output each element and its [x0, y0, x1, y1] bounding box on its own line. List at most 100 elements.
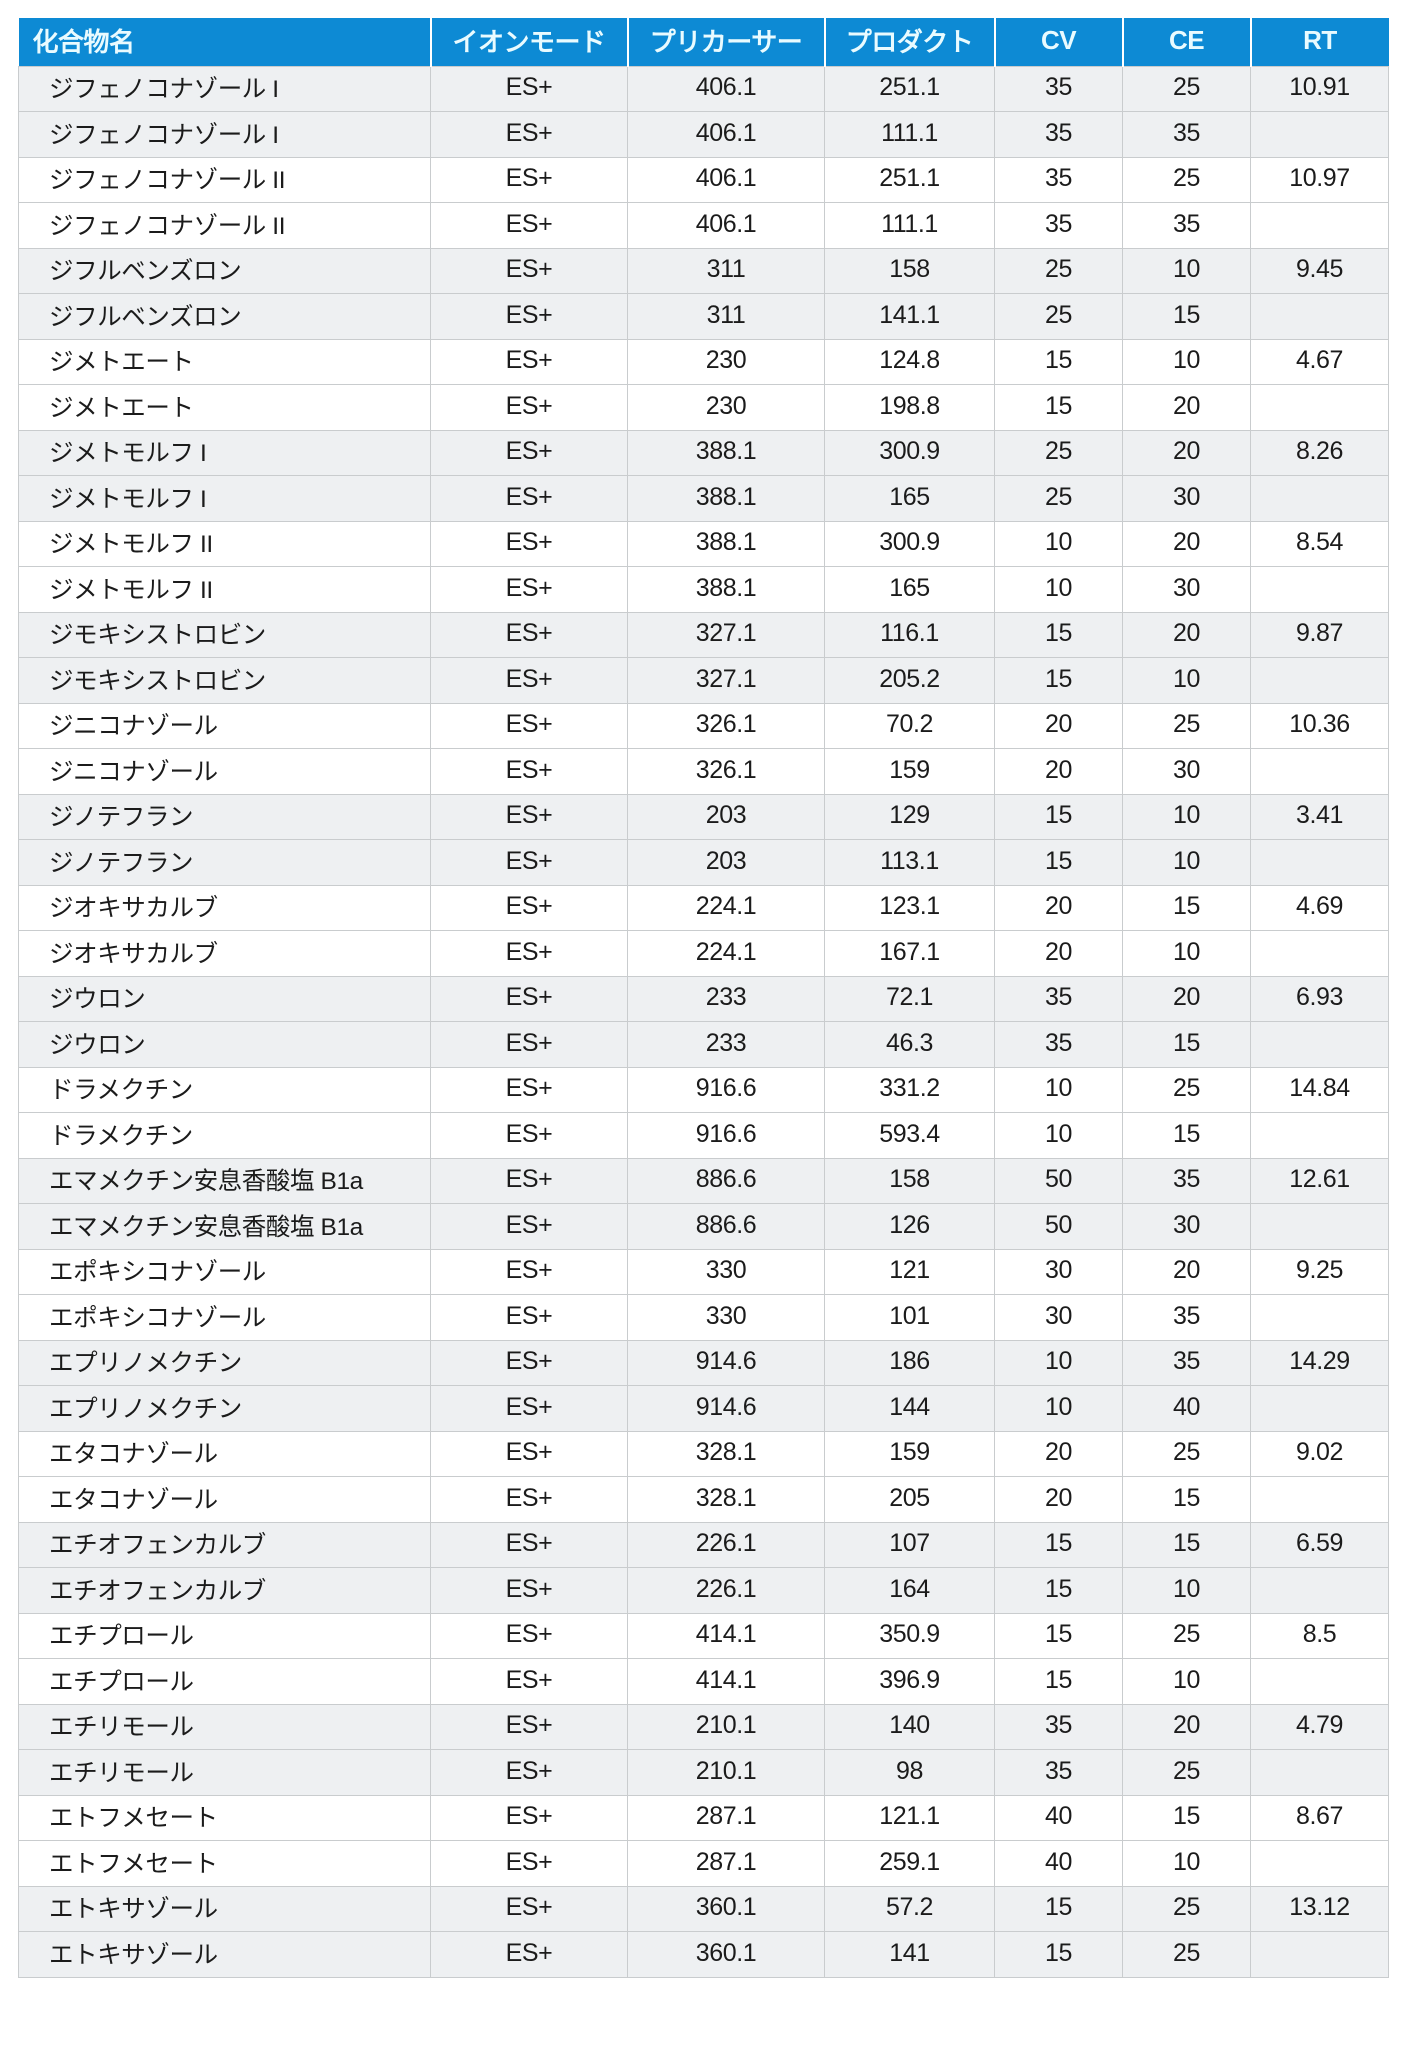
cell-product: 121	[824, 1248, 995, 1295]
cell-rt: 9.45	[1250, 247, 1389, 294]
cell-product: 396.9	[824, 1658, 995, 1705]
cell-ce: 15	[1122, 1112, 1251, 1159]
cell-cv: 20	[994, 930, 1123, 977]
cell-rt	[1250, 1112, 1389, 1159]
cell-name: エマメクチン安息香酸塩 B1a	[18, 1203, 431, 1250]
cell-ce: 10	[1122, 1567, 1251, 1614]
table-row: エトキサゾール ES+ 360.1 57.2 15 25 13.12	[18, 1885, 1389, 1932]
column-header-rt: RT	[1250, 18, 1389, 66]
cell-name: エチオフェンカルブ	[18, 1521, 431, 1568]
table-row: エタコナゾール ES+ 328.1 205 20 15	[18, 1476, 1389, 1523]
cell-mode: ES+	[430, 1385, 628, 1432]
cell-mode: ES+	[430, 156, 628, 203]
cell-cv: 50	[994, 1203, 1123, 1250]
cell-product: 251.1	[824, 65, 995, 112]
cell-name: エプリノメクチン	[18, 1339, 431, 1386]
cell-name: エポキシコナゾール	[18, 1248, 431, 1295]
cell-rt: 10.97	[1250, 156, 1389, 203]
cell-name: ジメトモルフ II	[18, 520, 431, 567]
cell-name: ジフェノコナゾール II	[18, 202, 431, 249]
cell-product: 158	[824, 1157, 995, 1204]
column-header-ion-mode: イオンモード	[430, 18, 629, 66]
table-row: エトフメセート ES+ 287.1 259.1 40 10	[18, 1840, 1389, 1887]
cell-mode: ES+	[430, 702, 628, 749]
cell-rt	[1250, 1203, 1389, 1250]
cell-name: ジメトエート	[18, 384, 431, 431]
cell-precursor: 326.1	[627, 748, 825, 795]
table-row: エポキシコナゾール ES+ 330 101 30 35	[18, 1294, 1389, 1341]
cell-precursor: 360.1	[627, 1931, 825, 1978]
cell-precursor: 388.1	[627, 566, 825, 613]
cell-rt	[1250, 111, 1389, 158]
cell-mode: ES+	[430, 247, 628, 294]
cell-cv: 35	[994, 202, 1123, 249]
table-row: ジメトモルフ II ES+ 388.1 300.9 10 20 8.54	[18, 520, 1389, 567]
cell-product: 159	[824, 1430, 995, 1477]
cell-ce: 30	[1122, 566, 1251, 613]
cell-product: 46.3	[824, 1021, 995, 1068]
column-header-compound-name: 化合物名	[18, 18, 432, 66]
cell-rt	[1250, 1931, 1389, 1978]
table-row: ジメトエート ES+ 230 198.8 15 20	[18, 384, 1389, 431]
cell-cv: 50	[994, 1157, 1123, 1204]
cell-product: 300.9	[824, 429, 995, 476]
cell-cv: 25	[994, 429, 1123, 476]
cell-product: 107	[824, 1521, 995, 1568]
cell-product: 72.1	[824, 975, 995, 1022]
table-row: エマメクチン安息香酸塩 B1a ES+ 886.6 158 50 35 12.61	[18, 1157, 1389, 1204]
cell-mode: ES+	[430, 1885, 628, 1932]
cell-cv: 35	[994, 1749, 1123, 1796]
cell-mode: ES+	[430, 975, 628, 1022]
cell-cv: 15	[994, 1567, 1123, 1614]
cell-name: ジメトエート	[18, 338, 431, 385]
cell-ce: 35	[1122, 1157, 1251, 1204]
table-row: エチオフェンカルブ ES+ 226.1 164 15 10	[18, 1567, 1389, 1614]
table-row: ジニコナゾール ES+ 326.1 70.2 20 25 10.36	[18, 702, 1389, 749]
cell-precursor: 886.6	[627, 1203, 825, 1250]
table-row: エトフメセート ES+ 287.1 121.1 40 15 8.67	[18, 1794, 1389, 1841]
cell-rt	[1250, 839, 1389, 886]
cell-name: ジノテフラン	[18, 793, 431, 840]
cell-mode: ES+	[430, 657, 628, 704]
cell-name: ジオキサカルブ	[18, 884, 431, 931]
cell-cv: 15	[994, 1931, 1123, 1978]
table-header: 化合物名 イオンモード プリカーサー プロダクト CV CE RT	[18, 18, 1389, 66]
cell-rt	[1250, 1749, 1389, 1796]
cell-name: エプリノメクチン	[18, 1385, 431, 1432]
cell-rt	[1250, 657, 1389, 704]
cell-mode: ES+	[430, 930, 628, 977]
cell-product: 124.8	[824, 338, 995, 385]
cell-product: 111.1	[824, 202, 995, 249]
cell-product: 140	[824, 1703, 995, 1750]
cell-rt	[1250, 1840, 1389, 1887]
cell-mode: ES+	[430, 1521, 628, 1568]
cell-product: 205	[824, 1476, 995, 1523]
cell-precursor: 406.1	[627, 111, 825, 158]
cell-product: 141	[824, 1931, 995, 1978]
cell-name: エチオフェンカルブ	[18, 1567, 431, 1614]
cell-mode: ES+	[430, 338, 628, 385]
cell-precursor: 388.1	[627, 429, 825, 476]
cell-rt	[1250, 1567, 1389, 1614]
cell-rt	[1250, 202, 1389, 249]
cell-rt: 6.59	[1250, 1521, 1389, 1568]
cell-cv: 15	[994, 1885, 1123, 1932]
cell-ce: 10	[1122, 1840, 1251, 1887]
cell-ce: 20	[1122, 384, 1251, 431]
table-row: エチリモール ES+ 210.1 98 35 25	[18, 1749, 1389, 1796]
cell-name: ジニコナゾール	[18, 702, 431, 749]
cell-rt: 4.69	[1250, 884, 1389, 931]
cell-ce: 25	[1122, 1066, 1251, 1113]
cell-rt: 3.41	[1250, 793, 1389, 840]
cell-mode: ES+	[430, 1658, 628, 1705]
cell-rt: 9.02	[1250, 1430, 1389, 1477]
cell-precursor: 414.1	[627, 1612, 825, 1659]
cell-product: 350.9	[824, 1612, 995, 1659]
cell-cv: 10	[994, 1339, 1123, 1386]
cell-cv: 15	[994, 384, 1123, 431]
cell-rt: 8.26	[1250, 429, 1389, 476]
cell-name: エトキサゾール	[18, 1885, 431, 1932]
cell-cv: 15	[994, 657, 1123, 704]
cell-rt: 13.12	[1250, 1885, 1389, 1932]
cell-product: 101	[824, 1294, 995, 1341]
